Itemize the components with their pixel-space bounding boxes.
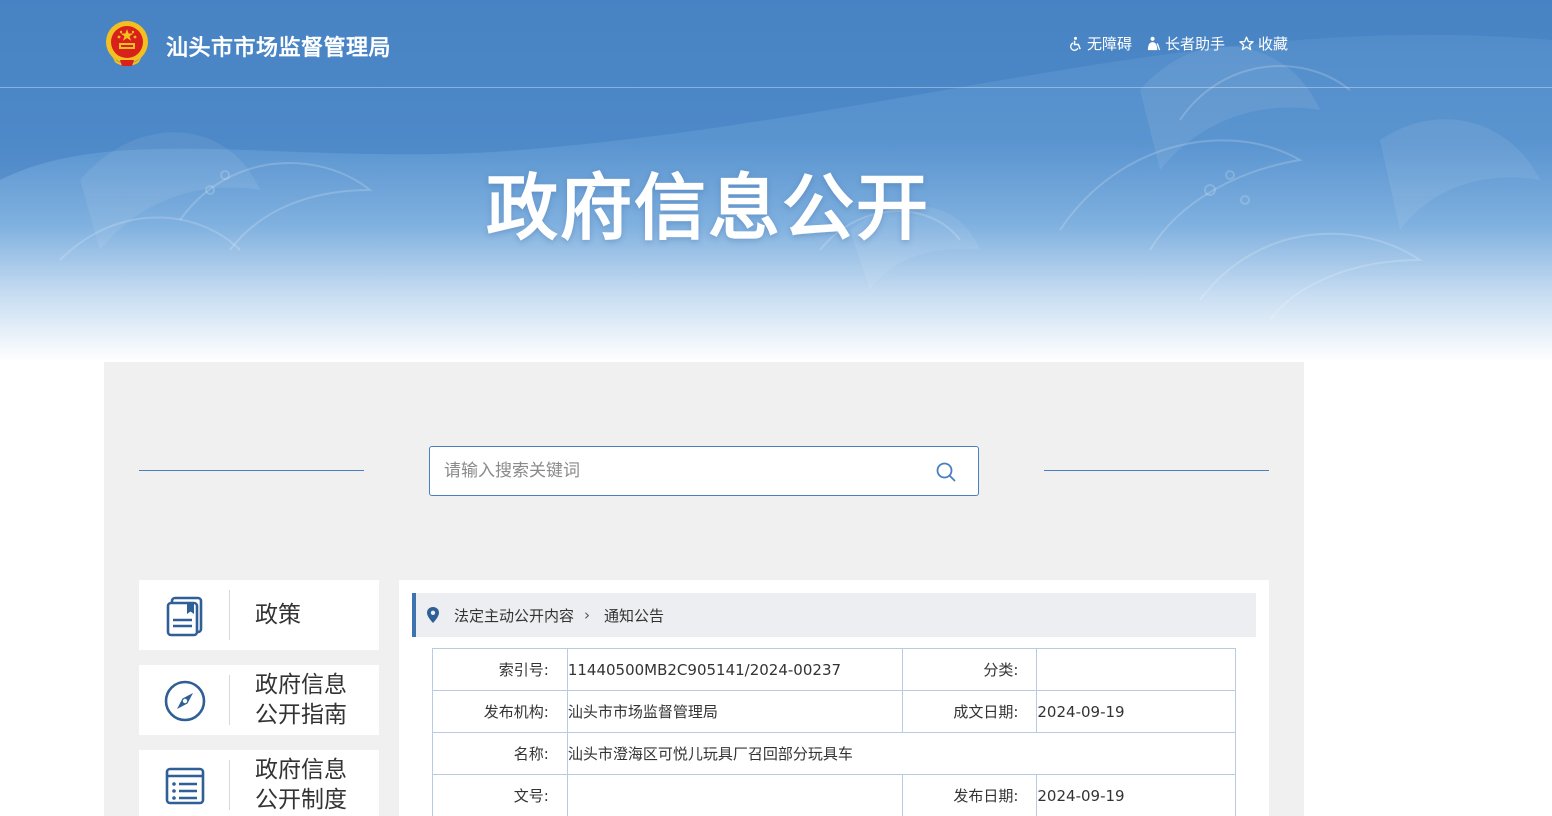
sidebar-item-policy[interactable]: 政策: [139, 580, 379, 650]
search-divider-right: [1044, 470, 1269, 471]
search-icon[interactable]: [935, 461, 957, 483]
written-date-label: 成文日期:: [901, 690, 1038, 733]
sidebar-item-label: 政府信息 公开指南: [255, 672, 347, 728]
category-label: 分类:: [901, 648, 1038, 691]
table-row: 发布机构: 汕头市市场监督管理局 成文日期: 2024-09-19: [432, 690, 1236, 733]
breadcrumb: 法定主动公开内容 › 通知公告: [412, 593, 1256, 637]
elder-assistant-button[interactable]: 长者助手: [1146, 33, 1225, 54]
written-date-value: 2024-09-19: [1036, 690, 1236, 733]
favorite-button[interactable]: 收藏: [1239, 33, 1288, 54]
elder-assistant-label: 长者助手: [1165, 35, 1226, 53]
accessibility-label: 无障碍: [1087, 35, 1133, 53]
sidebar-divider: [229, 590, 230, 640]
publish-date-value: 2024-09-19: [1036, 774, 1236, 816]
table-row: 名称: 汕头市澄海区可悦儿玩具厂召回部分玩具车: [432, 732, 1237, 775]
content-card: 法定主动公开内容 › 通知公告 索引号: 11440500MB2C905141/…: [399, 580, 1269, 816]
sidebar-item-system[interactable]: 政府信息 公开制度: [139, 750, 379, 816]
index-value: 11440500MB2C905141/2024-00237: [567, 648, 903, 691]
policy-document-icon: [166, 596, 203, 637]
index-label: 索引号:: [432, 648, 568, 691]
national-emblem-logo[interactable]: [104, 20, 150, 68]
table-row: 文号: 发布日期: 2024-09-19: [432, 774, 1236, 816]
search-divider-left: [139, 470, 364, 471]
accessibility-icon: [1070, 36, 1081, 51]
doc-number-label: 文号:: [432, 774, 568, 816]
sidebar-item-label: 政府信息 公开制度: [255, 757, 347, 813]
publisher-label: 发布机构:: [432, 690, 568, 733]
hero-title: 政府信息公开: [486, 166, 931, 250]
elder-assistant-icon: [1147, 36, 1161, 51]
category-value: [1036, 648, 1236, 691]
header-divider: [0, 87, 1552, 88]
chevron-right-icon: ›: [584, 606, 591, 624]
publisher-value: 汕头市市场监督管理局: [567, 690, 903, 733]
document-info-table: 索引号: 11440500MB2C905141/2024-00237 分类: 发…: [432, 648, 1237, 816]
content-panel: 政策 政府信息 公开指南 政府信息 公开制度: [104, 362, 1304, 816]
list-document-icon: [165, 767, 205, 805]
name-label: 名称:: [432, 732, 568, 775]
name-value: 汕头市澄海区可悦儿玩具厂召回部分玩具车: [567, 732, 1237, 775]
sidebar-item-label: 政策: [255, 602, 301, 628]
header-banner: 汕头市市场监督管理局 无障碍 长者助手 收藏 政府信息公开: [0, 0, 1552, 362]
sidebar-divider: [229, 760, 230, 810]
publish-date-label: 发布日期:: [901, 774, 1038, 816]
compass-icon: [164, 680, 206, 722]
accessibility-button[interactable]: 无障碍: [1068, 33, 1132, 54]
star-icon: [1239, 36, 1254, 51]
site-title[interactable]: 汕头市市场监督管理局: [166, 30, 391, 62]
location-pin-icon: [427, 607, 439, 623]
sidebar-divider: [229, 675, 230, 725]
table-row: 索引号: 11440500MB2C905141/2024-00237 分类:: [432, 648, 1236, 691]
breadcrumb-link-mandatory-disclosure[interactable]: 法定主动公开内容: [454, 605, 574, 626]
search-box: [429, 446, 979, 496]
header-tools: 无障碍 长者助手 收藏: [1068, 33, 1288, 54]
sidebar-item-guide[interactable]: 政府信息 公开指南: [139, 665, 379, 735]
search-input[interactable]: [444, 447, 924, 495]
doc-number-value: [567, 774, 903, 816]
breadcrumb-link-notices[interactable]: 通知公告: [604, 605, 664, 626]
favorite-label: 收藏: [1258, 35, 1289, 53]
